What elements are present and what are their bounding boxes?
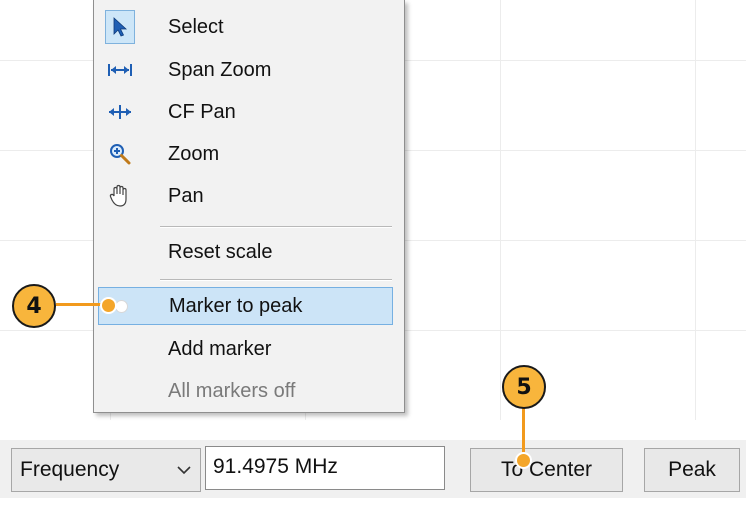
cf-pan-icon [98, 93, 142, 131]
menu-item-label: Reset scale [168, 240, 273, 263]
arrow-pointer-icon [105, 10, 135, 44]
magnifier-icon [98, 135, 142, 173]
menu-item-select[interactable]: Select [98, 8, 393, 46]
callout-5-dot [515, 452, 532, 469]
callout-5-leader-line [522, 402, 525, 458]
menu-item-span-zoom[interactable]: Span Zoom [98, 51, 393, 89]
context-menu: Select Span Zoom CF Pan Zoom Pan Reset s… [93, 0, 405, 413]
menu-item-label: Add marker [168, 337, 272, 360]
menu-item-marker-to-peak[interactable]: Marker to peak [98, 287, 393, 325]
menu-item-all-markers-off: All markers off [98, 372, 393, 410]
menu-item-label: Select [168, 15, 224, 38]
menu-item-label: CF Pan [168, 100, 236, 123]
menu-item-label: Pan [168, 184, 204, 207]
menu-item-cf-pan[interactable]: CF Pan [98, 93, 393, 131]
menu-item-label: Zoom [168, 142, 220, 165]
span-zoom-icon [98, 51, 142, 89]
to-center-button[interactable]: To Center [470, 448, 623, 492]
menu-item-reset-scale[interactable]: Reset scale [98, 233, 393, 271]
menu-separator [160, 226, 392, 228]
hand-icon [98, 177, 142, 215]
menu-separator [160, 279, 392, 281]
callout-4-dot [100, 297, 117, 314]
menu-item-label: Span Zoom [168, 58, 272, 81]
menu-item-label: All markers off [168, 379, 296, 402]
measurement-select[interactable]: Frequency [11, 448, 201, 492]
measurement-select-value: Frequency [20, 458, 120, 481]
peak-button[interactable]: Peak [644, 448, 740, 492]
menu-item-label: Marker to peak [169, 294, 303, 317]
menu-item-zoom[interactable]: Zoom [98, 135, 393, 173]
callout-5-badge: 5 [502, 365, 546, 409]
menu-item-pan[interactable]: Pan [98, 177, 393, 215]
frequency-value-input[interactable]: 91.4975 MHz [205, 446, 445, 490]
chevron-down-icon [172, 460, 196, 480]
callout-4-badge: 4 [12, 284, 56, 328]
menu-item-add-marker[interactable]: Add marker [98, 330, 393, 368]
